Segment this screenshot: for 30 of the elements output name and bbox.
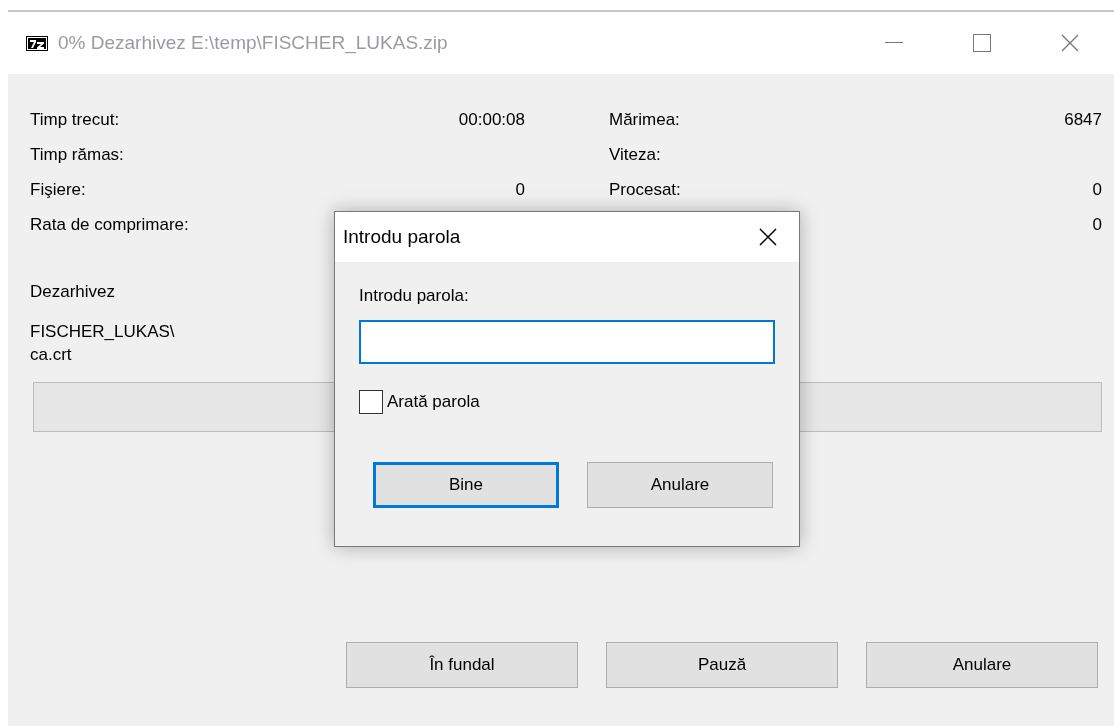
stat-value: 0 (514, 179, 525, 200)
stat-value: 00:00:08 (458, 109, 525, 130)
password-field[interactable] (359, 320, 775, 364)
action-button[interactable]: Pauză (606, 642, 838, 688)
checkbox-label: Arată parola (387, 392, 480, 412)
show-password-checkbox[interactable] (359, 390, 383, 414)
action-button[interactable]: Anulare (866, 642, 1098, 688)
stat-label: Timp trecut: (30, 109, 121, 130)
app-logo-icon (26, 35, 48, 51)
stat-label: Rata de comprimare: (30, 214, 190, 235)
maximize-icon (973, 34, 991, 52)
dialog-title: Introdu parola (343, 226, 462, 248)
current-file-path: FISCHER_LUKAS\ ca.crt (30, 321, 175, 366)
stat-value: 0 (1091, 214, 1102, 235)
minimize-icon (885, 42, 903, 44)
dialog-button[interactable]: Anulare (587, 462, 773, 508)
stat-label: Mărimea: (609, 109, 681, 130)
operation-label: Dezarhivez (30, 282, 116, 302)
stat-value: 0 (1091, 179, 1102, 200)
stat-value: 6847 (1064, 109, 1102, 130)
window-title: 0% Dezarhivez E:\temp\FISCHER_LUKAS.zip (58, 32, 449, 54)
action-button[interactable]: În fundal (346, 642, 578, 688)
close-icon (1061, 34, 1079, 52)
stat-label: Timp rămas: (30, 144, 125, 165)
stat-label: Fişiere: (30, 179, 87, 200)
stat-label: Procesat: (609, 179, 682, 200)
close-icon[interactable] (759, 228, 777, 246)
password-label: Introdu parola: (359, 286, 469, 305)
stat-label: Viteza: (609, 144, 662, 165)
dialog-button[interactable]: Bine (373, 462, 559, 508)
